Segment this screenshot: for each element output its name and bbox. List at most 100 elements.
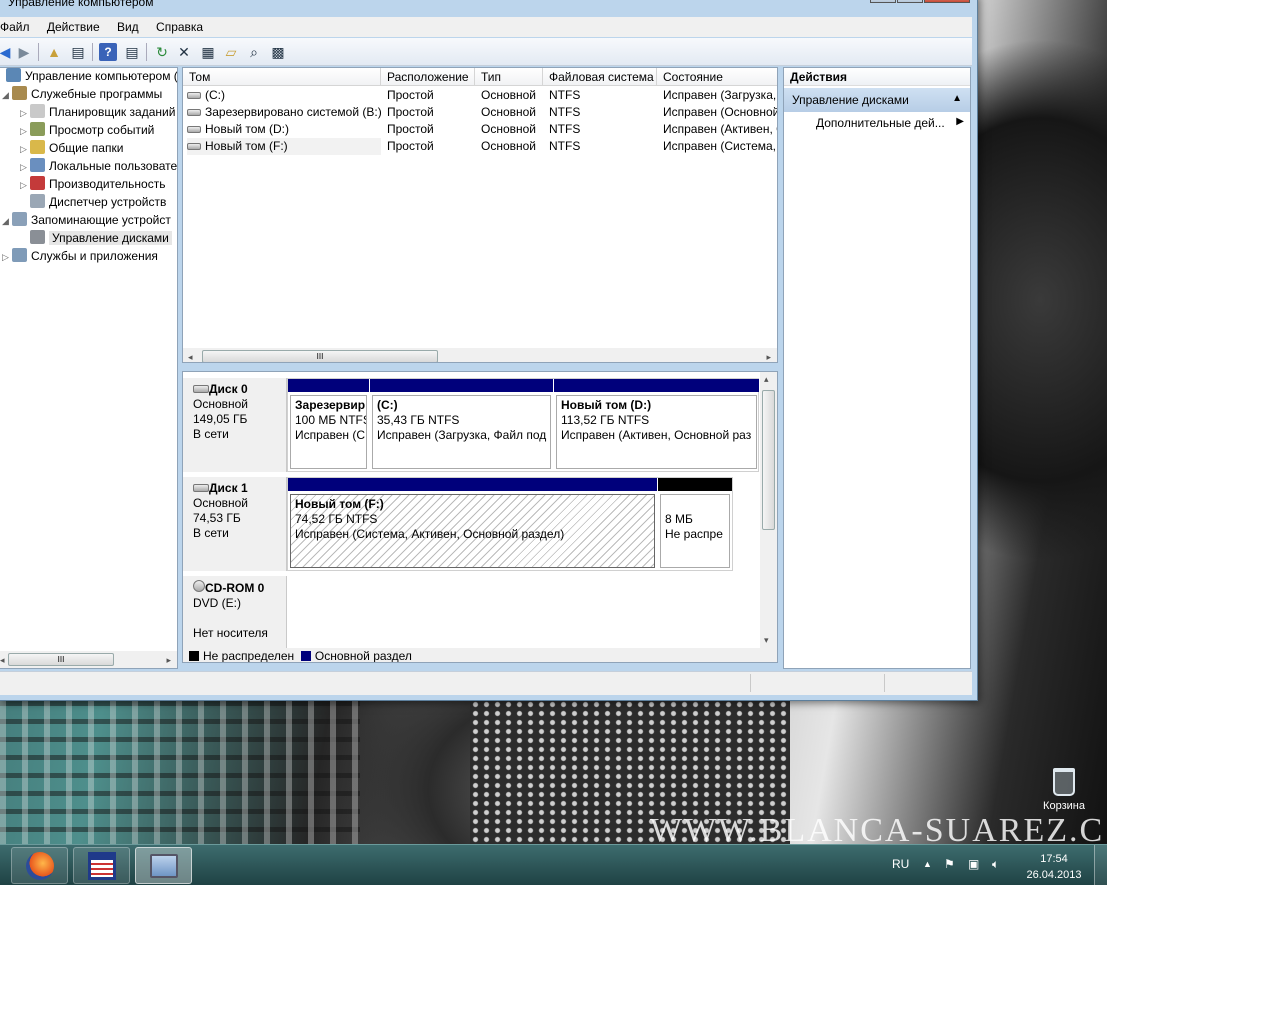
tree-node[interactable]: ◢ Служебные программы (2, 86, 162, 104)
graph-scroll-thumb[interactable] (762, 390, 775, 530)
disk-1-partitions: Новый том (F:) 74,52 ГБ NTFS Исправен (Сис… (287, 477, 733, 571)
volume-row[interactable]: (C:) Простой Основной NTFS Исправен (Загрузк… (183, 87, 777, 104)
column-type[interactable]: Тип (475, 68, 543, 86)
clock[interactable]: 17:54 26.04.2013 (1016, 851, 1092, 883)
scroll-left-arrow-icon[interactable]: ◂ (0, 655, 5, 666)
partition-name: Новый том (D:) (561, 398, 652, 412)
up-folder-icon[interactable]: ▲ (45, 43, 63, 61)
menu-file[interactable]: Файл (0, 17, 30, 34)
tree-node[interactable]: ▷ Общие папки (20, 140, 123, 158)
tree-node[interactable]: ▷ Производительность (20, 176, 165, 194)
volume-cell-text: Новый том (F:) (205, 139, 288, 153)
back-icon[interactable]: ◀ (0, 43, 14, 61)
column-volume[interactable]: Том (183, 68, 381, 86)
show-hide-action-pane-icon[interactable]: ▤ (123, 43, 141, 61)
tree-node[interactable]: Диспетчер устройств (20, 194, 166, 212)
tree-node[interactable]: ▷ Просмотр событий (20, 122, 154, 140)
partition-status: Исправен (Загрузка, Файл под (377, 428, 547, 442)
volume-list-horizontal-scrollbar[interactable]: ◂ III ▸ (183, 348, 777, 362)
tree-node[interactable]: ▷ Планировщик заданий (20, 104, 175, 122)
expander-arrow-icon[interactable]: ◢ (2, 213, 12, 229)
settings-icon[interactable]: ▩ (269, 43, 287, 61)
column-layout[interactable]: Расположение (381, 68, 475, 86)
expander-arrow-icon[interactable]: ▷ (2, 249, 12, 265)
volume-cell-text: Новый том (D:) (205, 122, 289, 136)
disk-1-label[interactable]: Диск 1 Основной 74,53 ГБ В сети (183, 477, 287, 571)
actions-more[interactable]: Дополнительные дей... ▶ (784, 112, 970, 134)
expander-arrow-icon[interactable]: ▷ (20, 177, 30, 193)
cdrom-0-label[interactable]: CD-ROM 0 DVD (E:) Нет носителя (183, 576, 287, 648)
properties-icon[interactable]: ▦ (199, 43, 217, 61)
delete-icon[interactable]: ✕ (175, 43, 193, 61)
expander-arrow-icon[interactable]: ◢ (2, 87, 12, 103)
volume-cell: (C:) (187, 87, 381, 104)
tree-node[interactable]: ◢ Запоминающие устройст (2, 212, 171, 230)
recycle-bin-label: Корзина (1043, 800, 1085, 812)
expander-arrow-icon[interactable]: ▷ (20, 141, 30, 157)
partition-d[interactable]: Новый том (D:) 113,52 ГБ NTFS Исправен (Ак… (554, 379, 759, 471)
tree-scroll-thumb[interactable]: III (8, 653, 114, 666)
expander-arrow-icon[interactable]: ▷ (20, 159, 30, 175)
tree-node-label: Служебные программы (31, 87, 163, 101)
show-hidden-icons-icon[interactable]: ▲ (923, 859, 932, 869)
volume-cell: Простой (387, 121, 477, 138)
computer-management-icon (6, 68, 21, 82)
graph-vertical-scrollbar[interactable]: ▴ ▾ (760, 372, 777, 648)
partition-c[interactable]: (C:) 35,43 ГБ NTFS Исправен (Загрузка, Фай… (370, 379, 553, 471)
partition-f[interactable]: Новый том (F:) 74,52 ГБ NTFS Исправен (Сис… (288, 478, 657, 570)
scroll-up-arrow-icon[interactable]: ▴ (764, 374, 769, 385)
primary-partition-bar (288, 379, 369, 392)
disk-name: Диск 0 (209, 382, 248, 396)
show-hide-console-tree-icon[interactable]: ▤ (69, 43, 87, 61)
taskbar-firefox[interactable] (11, 847, 68, 884)
tree-node[interactable]: Управление компьютером (л (0, 68, 177, 86)
volume-icon[interactable]: 🔈︎ (992, 857, 999, 872)
maximize-button[interactable] (897, 0, 923, 3)
expander-arrow-icon[interactable]: ▷ (20, 105, 30, 121)
search-icon[interactable]: ⌕ (245, 43, 263, 61)
cdrom-icon (193, 580, 205, 592)
collapse-arrow-icon[interactable]: ▲ (952, 93, 962, 104)
open-folder-icon[interactable]: ▱ (222, 43, 240, 61)
tree-horizontal-scrollbar[interactable]: ◂ III ▸ (0, 651, 177, 668)
taskbar-save-app[interactable] (73, 847, 130, 884)
disk-graphical-view: Диск 0 Основной 149,05 ГБ В сети Зарезер… (182, 371, 778, 663)
tree-node[interactable]: ▷ Локальные пользовате (20, 158, 177, 176)
close-button[interactable] (924, 0, 970, 3)
minimize-button[interactable] (870, 0, 896, 3)
column-status[interactable]: Состояние (657, 68, 777, 86)
partition-reserved[interactable]: Зарезервир 100 МБ NTFS Исправен (С (288, 379, 369, 471)
actions-section-disk-management[interactable]: Управление дисками ▲ (784, 88, 970, 112)
scroll-down-arrow-icon[interactable]: ▾ (764, 635, 769, 646)
menu-help[interactable]: Справка (156, 17, 203, 34)
scroll-right-arrow-icon[interactable]: ▸ (166, 655, 171, 666)
recycle-bin-shortcut[interactable]: Корзина (1040, 768, 1088, 812)
menu-view[interactable]: Вид (117, 17, 139, 34)
disk-0-label[interactable]: Диск 0 Основной 149,05 ГБ В сети (183, 378, 287, 472)
action-center-flag-icon[interactable]: ⚑ (944, 857, 955, 871)
title-bar[interactable]: Управление компьютером (0, 0, 977, 13)
list-scroll-thumb[interactable]: III (202, 350, 438, 362)
scroll-right-arrow-icon[interactable]: ▸ (766, 352, 771, 362)
partition-unallocated[interactable]: 8 МБ Не распре (658, 478, 732, 570)
menu-action[interactable]: Действие (47, 17, 100, 34)
floppy-icon (87, 851, 116, 880)
expander-arrow-icon[interactable]: ▷ (20, 123, 30, 139)
volume-row[interactable]: Зарезервировано системой (B:) Простой Осно… (183, 104, 777, 121)
tree-node[interactable]: ▷ Службы и приложения (2, 248, 158, 266)
volume-cell: NTFS (549, 104, 657, 121)
volume-row[interactable]: Новый том (F:) Простой Основной NTFS Исправе… (183, 138, 777, 155)
tree-node[interactable]: Управление дисками (20, 230, 172, 248)
partition-status: Исправен (С (295, 428, 366, 442)
volume-cell-text: Основной (481, 139, 537, 153)
column-file-system[interactable]: Файловая система (543, 68, 657, 86)
volume-row[interactable]: Новый том (D:) Простой Основной NTFS Исправе… (183, 121, 777, 138)
network-icon[interactable]: ▣ (968, 857, 979, 871)
scroll-left-arrow-icon[interactable]: ◂ (188, 352, 193, 362)
help-icon[interactable]: ? (99, 43, 117, 61)
refresh-icon[interactable]: ↻ (153, 43, 171, 61)
language-indicator[interactable]: RU (892, 857, 909, 871)
forward-icon[interactable]: ▶ (15, 43, 33, 61)
show-desktop-button[interactable] (1094, 845, 1107, 885)
taskbar-computer-management[interactable] (135, 847, 192, 884)
